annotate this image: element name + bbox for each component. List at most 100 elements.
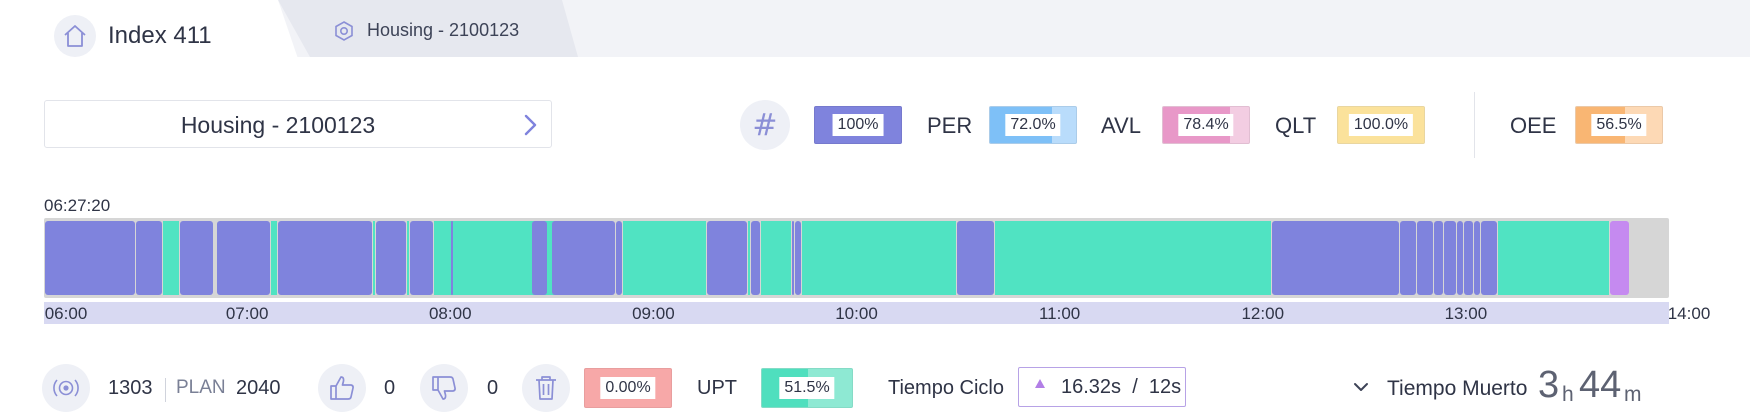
chevron-down-icon[interactable] bbox=[1352, 380, 1370, 394]
count-divider bbox=[165, 378, 166, 402]
upt-value: 51.5% bbox=[779, 377, 835, 399]
timeline-tick-label: 10:00 bbox=[835, 304, 878, 323]
timeline-segment-stopped[interactable] bbox=[1481, 221, 1498, 295]
thumbs-up-icon bbox=[330, 376, 354, 400]
timeline-segment-running[interactable] bbox=[406, 221, 409, 295]
timeline-segment-stopped[interactable] bbox=[1457, 221, 1464, 295]
oee-bar: 56.5% bbox=[1575, 106, 1663, 144]
signal-icon bbox=[53, 379, 79, 397]
hash-button[interactable]: # bbox=[740, 100, 790, 150]
timeline-track[interactable] bbox=[44, 218, 1669, 298]
part-selector[interactable]: Housing - 2100123 bbox=[44, 100, 552, 148]
timeline-segment-stopped[interactable] bbox=[1416, 221, 1433, 295]
timeline-segment-running[interactable] bbox=[548, 221, 551, 295]
timeline-tick-label: 14:00 bbox=[1667, 304, 1711, 323]
timeline-segment-stopped[interactable] bbox=[136, 221, 163, 295]
per-bar: 72.0% bbox=[989, 106, 1077, 144]
timeline-tick-label: 09:00 bbox=[632, 304, 675, 323]
scrap-button[interactable] bbox=[522, 364, 570, 412]
trash-icon bbox=[536, 376, 556, 400]
timeline-segment-stopped[interactable] bbox=[1400, 221, 1416, 295]
muerto-label: Tiempo Muerto bbox=[1387, 377, 1528, 400]
timeline-segment-stopped[interactable] bbox=[751, 221, 761, 295]
qlt-label: QLT bbox=[1275, 113, 1317, 138]
thumbs-down-icon bbox=[432, 376, 456, 400]
ciclo-label: Tiempo Ciclo bbox=[888, 377, 1004, 399]
hash-icon: # bbox=[752, 107, 778, 143]
timeline-segment-stopped[interactable] bbox=[376, 221, 406, 295]
oee-label: OEE bbox=[1510, 113, 1557, 138]
avl-label: AVL bbox=[1101, 113, 1141, 138]
timeline-segment-stopped[interactable] bbox=[1433, 221, 1443, 295]
timeline-start-time: 06:27:20 bbox=[44, 196, 111, 215]
timeline-tick-label: 08:00 bbox=[428, 304, 472, 323]
timeline-segment-running[interactable] bbox=[372, 221, 376, 295]
good-button[interactable] bbox=[318, 364, 366, 412]
good-count: 0 bbox=[384, 377, 396, 399]
timeline-tick-label: 12:00 bbox=[1241, 304, 1285, 323]
bad-button[interactable] bbox=[420, 364, 468, 412]
timeline-segment-stopped[interactable] bbox=[278, 221, 372, 295]
plan-label: PLAN bbox=[176, 377, 226, 398]
ciclo-box: 16.32s / 12s bbox=[1018, 367, 1186, 407]
upt-label: UPT bbox=[697, 377, 737, 399]
muerto-minutes: 44 bbox=[1579, 364, 1622, 406]
timeline-segment-stopped[interactable] bbox=[707, 221, 747, 295]
upt-bar: 51.5% bbox=[761, 368, 853, 408]
home-icon bbox=[64, 25, 86, 47]
timeline-tick-label: 13:00 bbox=[1444, 304, 1488, 323]
triangle-up-icon bbox=[1035, 379, 1045, 388]
timeline-segment-stopped[interactable] bbox=[1474, 221, 1481, 295]
timeline-segment-stopped[interactable] bbox=[551, 221, 616, 295]
timeline-segment-stopped[interactable] bbox=[180, 221, 213, 295]
signal-button[interactable] bbox=[42, 364, 90, 412]
timeline-segment-stopped[interactable] bbox=[791, 221, 795, 295]
timeline-segment-running[interactable] bbox=[801, 221, 957, 295]
timeline-segment-running[interactable] bbox=[622, 221, 707, 295]
chevron-right-icon bbox=[524, 114, 537, 136]
timeline-segment-stopped[interactable] bbox=[1443, 221, 1457, 295]
overall-bar: 100% bbox=[814, 106, 902, 144]
produced-count: 1303 bbox=[108, 377, 153, 399]
timeline-tick-label: 11:00 bbox=[1038, 304, 1081, 323]
tab-housing-title: Housing - 2100123 bbox=[367, 20, 520, 40]
timeline-segment-gap[interactable] bbox=[163, 221, 180, 295]
timeline-segment-setup[interactable] bbox=[1609, 221, 1629, 295]
per-value: 72.0% bbox=[1005, 114, 1061, 136]
qlt-bar: 100.0% bbox=[1337, 106, 1425, 144]
part-selector-label: Housing - 2100123 bbox=[180, 112, 376, 138]
timeline-segment-stopped[interactable] bbox=[1464, 221, 1474, 295]
muerto-hours: 3 bbox=[1538, 364, 1560, 406]
timeline-segment-running[interactable] bbox=[747, 221, 751, 295]
qlt-value: 100.0% bbox=[1348, 114, 1414, 136]
oee-value: 56.5% bbox=[1591, 114, 1647, 136]
bad-count: 0 bbox=[487, 377, 499, 399]
scrap-value: 0.00% bbox=[600, 377, 656, 399]
muerto-hours-unit: h bbox=[1562, 383, 1574, 406]
timeline-segment-stopped[interactable] bbox=[795, 221, 801, 295]
ciclo-value: 16.32s / 12s bbox=[1061, 376, 1181, 399]
timeline-segment-stopped[interactable] bbox=[531, 221, 548, 295]
timeline-segment-running[interactable] bbox=[994, 221, 1271, 295]
timeline-segment-stopped[interactable] bbox=[957, 221, 994, 295]
kpi-divider bbox=[1474, 92, 1475, 158]
timeline-segment-stopped[interactable] bbox=[616, 221, 622, 295]
timeline-tick-label: 06:00 bbox=[44, 304, 88, 323]
timeline-segment-stopped[interactable] bbox=[217, 221, 271, 295]
timeline-tick-label: 07:00 bbox=[225, 304, 269, 323]
ciclo-separator: / bbox=[1132, 376, 1138, 398]
timeline-segment-stopped[interactable] bbox=[45, 221, 136, 295]
timeline-segment-running[interactable] bbox=[761, 221, 791, 295]
per-label: PER bbox=[927, 113, 973, 138]
home-button[interactable] bbox=[54, 15, 96, 57]
timeline-segment-stopped[interactable] bbox=[450, 221, 453, 295]
timeline-segment-stopped[interactable] bbox=[409, 221, 433, 295]
timeline-segment-running[interactable] bbox=[1498, 221, 1609, 295]
overall-value: 100% bbox=[832, 114, 884, 136]
ciclo-actual: 16.32s bbox=[1061, 376, 1122, 398]
timeline-segment-running[interactable] bbox=[271, 221, 278, 295]
avl-value: 78.4% bbox=[1178, 114, 1234, 136]
timeline-segment-stopped[interactable] bbox=[1271, 221, 1400, 295]
scrap-bar: 0.00% bbox=[584, 368, 672, 408]
avl-bar: 78.4% bbox=[1162, 106, 1250, 144]
